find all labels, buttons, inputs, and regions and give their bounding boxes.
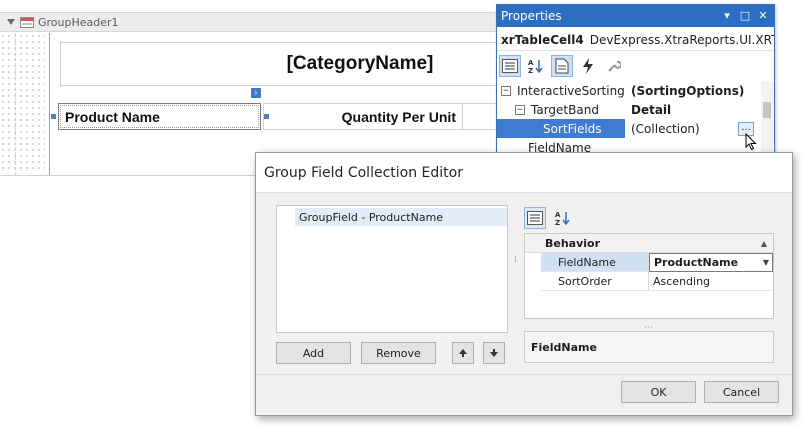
- grid-row-fieldname[interactable]: FieldName ProductName ▼: [541, 253, 773, 272]
- properties-title: Properties: [501, 9, 562, 23]
- grid-property-name: FieldName: [541, 253, 649, 272]
- property-name: InteractiveSorting: [517, 83, 625, 98]
- description-title: FieldName: [531, 340, 597, 354]
- move-up-button[interactable]: [452, 342, 474, 364]
- categorized-view-icon[interactable]: [524, 207, 546, 229]
- mouse-cursor-icon: [745, 133, 757, 151]
- table-cell-quantity-per-unit[interactable]: Quantity Per Unit: [263, 103, 463, 130]
- dialog-title-bar[interactable]: Group Field Collection Editor: [256, 153, 792, 193]
- dialog-title: Group Field Collection Editor: [264, 164, 463, 181]
- scrollbar-thumb[interactable]: [763, 102, 771, 118]
- group-field-collection-editor: Group Field Collection Editor GroupField…: [255, 152, 793, 416]
- collapse-arrow-icon[interactable]: ▲: [761, 239, 767, 248]
- property-grid-toolbar: AZ: [524, 207, 579, 231]
- properties-title-bar[interactable]: Properties ▾ □ ✕: [497, 5, 774, 27]
- dropdown-arrow-icon[interactable]: ▾: [720, 9, 734, 23]
- wrench-icon[interactable]: [603, 55, 625, 77]
- category-label: Behavior: [545, 236, 601, 250]
- horizontal-splitter[interactable]: ⋯: [639, 319, 659, 333]
- property-value[interactable]: Detail: [625, 103, 762, 117]
- object-type: DevExpress.XtraReports.UI.XRTable: [589, 32, 774, 47]
- margin-guide: [15, 33, 16, 175]
- grid-property-name: SortOrder: [541, 272, 649, 291]
- table-cell-product-name[interactable]: Product Name: [58, 103, 261, 130]
- selection-handle-right[interactable]: [264, 114, 269, 119]
- property-row-sortfields[interactable]: SortFields (Collection): [497, 119, 762, 138]
- add-button[interactable]: Add: [276, 342, 351, 364]
- band-bottom-line: [0, 175, 260, 176]
- grid-property-value[interactable]: Ascending: [649, 272, 773, 291]
- grid-property-value[interactable]: ProductName ▼: [649, 253, 773, 272]
- properties-view-icon[interactable]: [551, 55, 573, 77]
- band-header-groupheader1[interactable]: GroupHeader1: [0, 12, 500, 32]
- svg-text:Z: Z: [528, 67, 533, 74]
- grid-value-text: ProductName: [654, 256, 739, 269]
- left-margin-line: [49, 33, 50, 175]
- svg-text:A: A: [555, 211, 561, 219]
- property-description: FieldName: [524, 331, 774, 363]
- group-header-band-icon: [20, 16, 34, 28]
- collapse-icon[interactable]: −: [501, 85, 511, 96]
- selection-handle-left[interactable]: [51, 114, 56, 119]
- list-item-label: GroupField - ProductName: [299, 210, 444, 224]
- property-row-interactivesorting[interactable]: − InteractiveSorting (SortingOptions): [497, 81, 762, 100]
- properties-panel: Properties ▾ □ ✕ xrTableCell4 DevExpress…: [496, 4, 775, 155]
- properties-toolbar: AZ: [499, 52, 773, 80]
- events-view-icon[interactable]: [577, 55, 599, 77]
- cancel-button[interactable]: Cancel: [704, 381, 779, 403]
- arrow-up-icon: [459, 349, 467, 357]
- grid-category-behavior[interactable]: Behavior ▲: [525, 234, 773, 253]
- cell-text: Product Name: [65, 108, 160, 125]
- alphabetical-sort-icon[interactable]: AZ: [552, 207, 574, 229]
- property-grid[interactable]: Behavior ▲ FieldName ProductName ▼ SortO…: [524, 233, 774, 319]
- cell-text: Quantity Per Unit: [341, 108, 456, 125]
- move-down-button[interactable]: [483, 342, 505, 364]
- ok-button[interactable]: OK: [621, 381, 696, 403]
- property-name: TargetBand: [531, 102, 599, 117]
- group-field-list[interactable]: GroupField - ProductName: [276, 205, 508, 333]
- property-row-targetband[interactable]: − TargetBand Detail: [497, 100, 762, 119]
- list-item[interactable]: GroupField - ProductName: [295, 208, 507, 226]
- arrow-down-icon: [490, 349, 498, 357]
- maximize-icon[interactable]: □: [738, 9, 752, 23]
- splitter-handle[interactable]: ⁞: [514, 251, 520, 265]
- smart-tag-icon[interactable]: ›: [251, 88, 261, 98]
- category-name-label[interactable]: [CategoryName]: [60, 42, 500, 86]
- property-name: SortFields: [543, 121, 602, 136]
- collapse-icon[interactable]: −: [515, 104, 525, 115]
- band-name: GroupHeader1: [38, 15, 119, 29]
- categorized-view-icon[interactable]: [499, 55, 521, 77]
- svg-text:A: A: [528, 59, 534, 67]
- object-name: xrTableCell4: [501, 32, 584, 47]
- grid-row-sortorder[interactable]: SortOrder Ascending: [541, 272, 773, 291]
- table-cell-next[interactable]: [463, 103, 500, 130]
- category-name-text: [CategoryName]: [286, 53, 434, 74]
- dropdown-arrow-icon[interactable]: ▼: [763, 258, 769, 267]
- collapse-triangle-icon[interactable]: [6, 17, 16, 27]
- design-grid-dots: [0, 33, 45, 173]
- alphabetical-sort-icon[interactable]: AZ: [525, 55, 547, 77]
- object-selector[interactable]: xrTableCell4 DevExpress.XtraReports.UI.X…: [497, 29, 774, 51]
- close-icon[interactable]: ✕: [756, 9, 770, 23]
- property-value[interactable]: (SortingOptions): [625, 84, 762, 98]
- svg-text:Z: Z: [555, 219, 560, 226]
- footer-divider: [256, 374, 792, 375]
- remove-button[interactable]: Remove: [361, 342, 436, 364]
